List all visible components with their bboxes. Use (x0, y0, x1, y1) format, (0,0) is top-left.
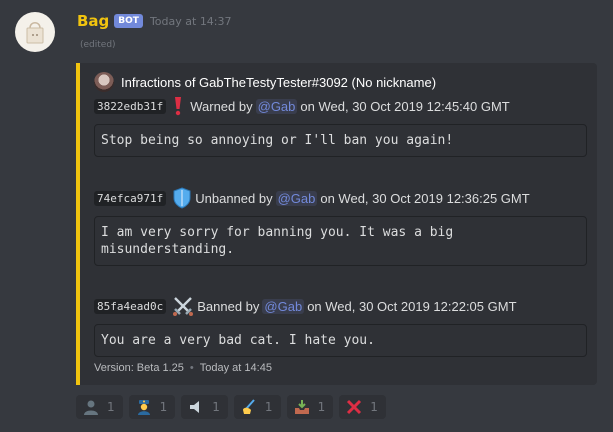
footer-version: Version: Beta 1.25 (94, 362, 184, 374)
infraction-date: on Wed, 30 Oct 2019 12:36:25 GMT (320, 190, 530, 206)
user-silhouette-icon (84, 400, 98, 415)
reaction-mute[interactable]: 1 (181, 395, 228, 419)
user-mention[interactable]: @Gab (262, 298, 305, 314)
reaction-cross[interactable]: 1 (339, 395, 386, 419)
exclamation-icon (175, 97, 182, 116)
shield-icon (173, 187, 191, 209)
footer-separator: • (189, 362, 194, 374)
reaction-count: 1 (317, 400, 326, 414)
case-id: 3822edb31f (94, 98, 167, 114)
footer-time: Today at 14:45 (199, 362, 272, 374)
bot-avatar[interactable] (15, 12, 55, 52)
reaction-count: 1 (159, 400, 168, 414)
reaction-count: 1 (264, 400, 273, 414)
bot-badge: BOT (114, 14, 143, 28)
reason-codeblock: I am very sorry for banning you. It was … (94, 216, 587, 266)
infraction-header-unban: 74efca971f Unbanned by @Gab on Wed, 30 O… (94, 187, 530, 209)
reactions-bar: 1 1 1 1 1 1 (76, 395, 386, 419)
username[interactable]: Bag (77, 12, 109, 30)
reaction-inbox[interactable]: 1 (286, 395, 334, 419)
crossed-swords-icon (173, 297, 194, 316)
embed-author: Infractions of GabTheTestyTester#3092 (N… (94, 72, 436, 92)
reaction-count: 1 (107, 400, 115, 414)
infractions-embed: Infractions of GabTheTestyTester#3092 (N… (76, 63, 597, 385)
tote-bag-icon (26, 22, 44, 44)
action-label: Unbanned by (195, 190, 273, 206)
cross-mark-icon (347, 399, 362, 415)
reaction-user[interactable]: 1 (76, 395, 123, 419)
reason-codeblock: Stop being so annoying or I'll ban you a… (94, 124, 587, 157)
action-label: Banned by (197, 298, 260, 314)
infraction-date: on Wed, 30 Oct 2019 12:45:40 GMT (300, 98, 510, 114)
embed-author-name: Infractions of GabTheTestyTester#3092 (N… (121, 74, 437, 90)
infraction-date: on Wed, 30 Oct 2019 12:22:05 GMT (307, 298, 517, 314)
infraction-header-ban: 85fa4ead0c Banned by @Gab on Wed, 30 Oct… (94, 295, 517, 317)
police-officer-icon (137, 400, 150, 415)
action-label: Warned by (190, 98, 253, 114)
case-id: 74efca971f (94, 190, 167, 206)
edited-label: (edited) (80, 40, 116, 50)
message-header: Bag BOT Today at 14:37 (77, 12, 232, 30)
case-id: 85fa4ead0c (94, 298, 167, 314)
reaction-count: 1 (370, 400, 378, 414)
writing-hand-icon (242, 399, 255, 414)
reaction-writing[interactable]: 1 (233, 395, 281, 419)
reaction-police[interactable]: 1 (128, 395, 176, 419)
user-mention[interactable]: @Gab (275, 190, 318, 206)
author-avatar-icon (94, 72, 114, 92)
reason-codeblock: You are a very bad cat. I hate you. (94, 324, 587, 357)
inbox-tray-icon (294, 400, 309, 414)
infraction-header-warn: 3822edb31f Warned by @Gab on Wed, 30 Oct… (94, 96, 510, 116)
muted-speaker-icon (190, 401, 200, 413)
user-mention[interactable]: @Gab (255, 98, 298, 114)
reaction-count: 1 (212, 400, 220, 414)
embed-footer: Version: Beta 1.25 • Today at 14:45 (94, 362, 272, 374)
message-timestamp[interactable]: Today at 14:37 (150, 15, 232, 28)
